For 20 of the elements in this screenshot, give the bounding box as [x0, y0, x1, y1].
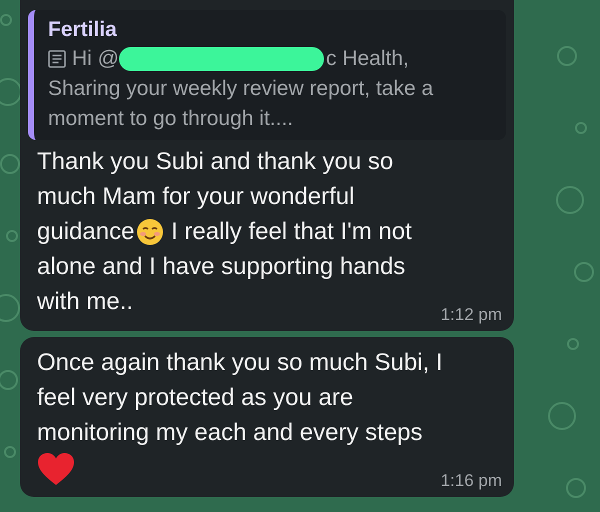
message-text: I really feel that I'm not: [170, 218, 412, 246]
heart-icon: [37, 452, 75, 486]
quote-text: c Health,: [326, 46, 409, 72]
message-text: Once again thank you so much Subi, I: [37, 348, 443, 376]
message-text: Thank you Subi and thank you so: [37, 148, 394, 176]
message-text: monitoring my each and every steps: [37, 418, 423, 446]
document-icon: [48, 50, 66, 68]
message-time: 1:16 pm: [440, 471, 502, 491]
quoted-message[interactable]: Fertilia Hi @ c Health, Sharing your weekly review report, take a moment to go through it....: [28, 10, 506, 140]
message-text: feel very protected as you are: [37, 384, 354, 412]
quote-text: Sharing your weekly review report, take a: [48, 76, 434, 102]
quote-sender: Fertilia: [48, 17, 118, 43]
message-text: much Mam for your wonderful: [37, 182, 354, 210]
message-text: alone and I have supporting hands: [37, 252, 406, 280]
quote-text: Hi @: [72, 46, 119, 72]
quote-text: moment to go through it....: [48, 106, 294, 132]
message-time: 1:12 pm: [440, 305, 502, 325]
message-text: guidance: [37, 218, 134, 246]
smiling-face-icon: [136, 218, 164, 246]
message-text: with me..: [37, 288, 134, 316]
